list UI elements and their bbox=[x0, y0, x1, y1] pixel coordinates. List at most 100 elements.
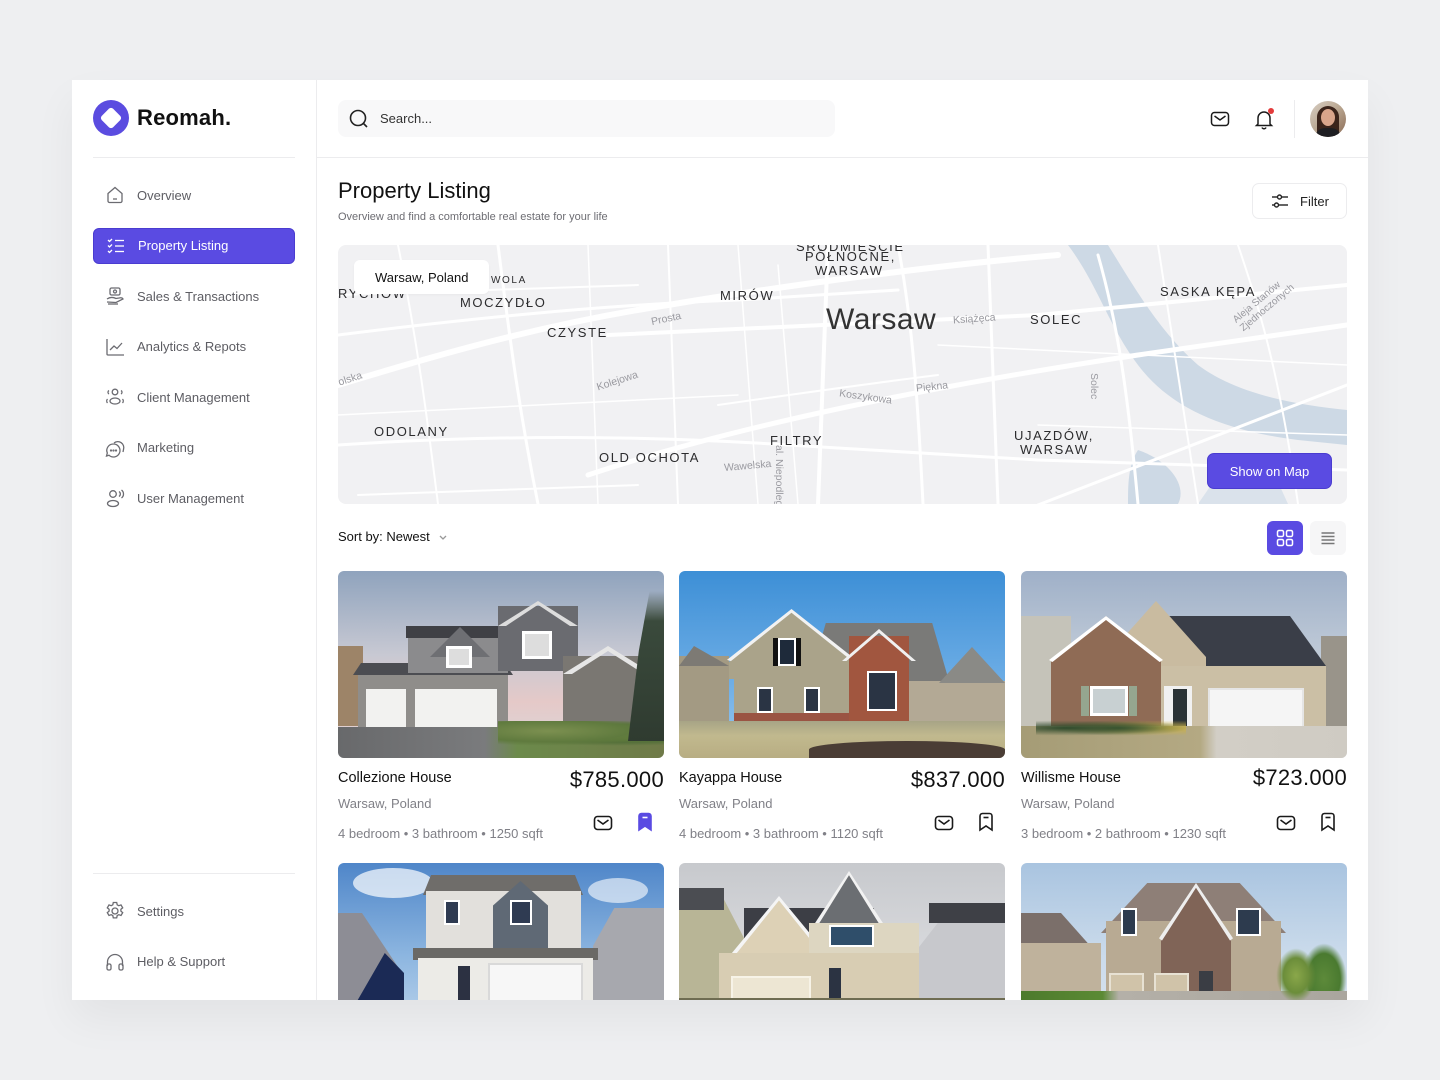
search-icon bbox=[349, 109, 368, 128]
sidebar-item-label: Marketing bbox=[137, 440, 195, 455]
property-card[interactable]: Willisme House Warsaw, Poland 3 bedroom … bbox=[1021, 571, 1347, 841]
mail-icon bbox=[1210, 111, 1230, 127]
property-photo[interactable] bbox=[679, 863, 1005, 1000]
sidebar-item-label: Help & Support bbox=[137, 954, 226, 969]
grid-view-button[interactable] bbox=[1267, 521, 1303, 555]
map-label: CZYSTE bbox=[547, 325, 608, 340]
property-price: $837.000 bbox=[910, 767, 1005, 792]
property-card[interactable] bbox=[679, 863, 1005, 1000]
filter-button[interactable]: Filter bbox=[1252, 183, 1347, 219]
property-photo[interactable] bbox=[679, 571, 1005, 758]
property-card[interactable]: Collezione House Warsaw, Poland 4 bedroo… bbox=[338, 571, 664, 841]
bookmark-icon bbox=[1321, 812, 1335, 832]
location-chip[interactable]: Warsaw, Poland bbox=[354, 260, 490, 294]
users-group-icon bbox=[106, 388, 124, 405]
sidebar-item-label: Sales & Transactions bbox=[137, 288, 260, 304]
sidebar-item-overview[interactable]: Overview bbox=[93, 177, 295, 213]
sidebar-item-label: Settings bbox=[137, 903, 184, 919]
bookmark-filled-icon bbox=[638, 812, 652, 832]
contact-button[interactable] bbox=[592, 812, 614, 834]
property-card[interactable] bbox=[338, 863, 664, 1000]
property-location: Warsaw, Poland bbox=[1021, 796, 1115, 811]
notification-dot bbox=[1268, 108, 1274, 114]
property-photo[interactable] bbox=[1021, 571, 1347, 758]
map-street-label: Solec bbox=[1088, 373, 1100, 400]
property-photo[interactable] bbox=[338, 863, 664, 1000]
show-on-map-button[interactable]: Show on Map bbox=[1207, 453, 1332, 489]
brand[interactable]: Reomah. bbox=[93, 100, 231, 136]
property-location: Warsaw, Poland bbox=[338, 796, 432, 811]
map-view[interactable]: ŚRÓDMIEŚCIE PÓŁNOCNE, WARSAW WOLA RYCHÓW… bbox=[338, 245, 1347, 504]
mail-icon bbox=[1276, 815, 1296, 831]
map-label: SASKA KĘPA bbox=[1160, 284, 1256, 299]
property-card[interactable] bbox=[1021, 863, 1347, 1000]
property-name[interactable]: Collezione House bbox=[338, 770, 452, 786]
map-city-label: Warsaw bbox=[826, 303, 937, 336]
map-street-label: al. Niepodległości bbox=[773, 445, 785, 504]
line-chart-icon bbox=[106, 338, 124, 356]
money-hand-icon bbox=[106, 287, 124, 305]
property-card[interactable]: Kayappa House Warsaw, Poland 4 bedroom •… bbox=[679, 571, 1005, 841]
bookmark-button[interactable] bbox=[975, 811, 997, 833]
property-name[interactable]: Kayappa House bbox=[679, 770, 782, 786]
search-bar[interactable] bbox=[338, 100, 835, 137]
list-icon bbox=[1321, 532, 1335, 545]
main-content: Property Listing Overview and find a com… bbox=[317, 158, 1368, 1000]
contact-button[interactable] bbox=[1275, 812, 1297, 834]
list-view-button[interactable] bbox=[1310, 521, 1346, 555]
sidebar-item-label: Analytics & Repots bbox=[137, 339, 247, 354]
bookmark-icon bbox=[979, 812, 993, 832]
property-meta: 4 bedroom • 3 bathroom • 1250 sqft bbox=[338, 826, 543, 841]
user-avatar[interactable] bbox=[1310, 101, 1346, 137]
sidebar-item-label: Client Management bbox=[137, 389, 250, 405]
sidebar-divider bbox=[93, 873, 295, 874]
map-label: MOCZYDŁO bbox=[460, 295, 547, 310]
property-name[interactable]: Willisme House bbox=[1021, 770, 1121, 786]
map-label: WOLA bbox=[491, 275, 527, 286]
sidebar-item-settings[interactable]: Settings bbox=[93, 893, 295, 929]
map-label: ODOLANY bbox=[374, 424, 449, 439]
property-price: $785.000 bbox=[569, 767, 664, 792]
property-photo[interactable] bbox=[338, 571, 664, 758]
sidebar-item-property-listing[interactable]: Property Listing bbox=[93, 227, 295, 264]
sidebar-divider bbox=[93, 157, 295, 158]
search-input[interactable] bbox=[380, 111, 780, 126]
sidebar-item-sales[interactable]: Sales & Transactions bbox=[93, 278, 295, 314]
app-window: Reomah. Overview Property Listing Sales … bbox=[72, 80, 1368, 1000]
notifications-button[interactable] bbox=[1253, 108, 1275, 130]
sidebar-item-marketing[interactable]: Marketing bbox=[93, 430, 295, 466]
sidebar-item-clients[interactable]: Client Management bbox=[93, 379, 295, 415]
sidebar-item-label: Property Listing bbox=[138, 238, 229, 253]
map-label: OLD OCHOTA bbox=[599, 450, 700, 465]
sidebar-item-users[interactable]: User Management bbox=[93, 480, 295, 516]
location-chip-label: Warsaw, Poland bbox=[375, 269, 469, 285]
topbar bbox=[317, 80, 1368, 158]
brand-name: Reomah. bbox=[137, 105, 232, 130]
property-meta: 3 bedroom • 2 bathroom • 1230 sqft bbox=[1021, 826, 1226, 841]
headphones-icon bbox=[106, 953, 124, 971]
sidebar: Reomah. Overview Property Listing Sales … bbox=[72, 80, 317, 1000]
topbar-divider bbox=[1294, 100, 1295, 138]
home-icon bbox=[107, 186, 123, 204]
sidebar-bottom-nav: Settings Help & Support bbox=[93, 893, 295, 994]
mail-button[interactable] bbox=[1209, 108, 1231, 130]
map-label: WARSAW bbox=[815, 263, 884, 278]
sidebar-item-analytics[interactable]: Analytics & Repots bbox=[93, 329, 295, 365]
sidebar-item-label: Overview bbox=[137, 187, 192, 203]
show-on-map-label: Show on Map bbox=[1229, 463, 1310, 479]
sort-label: Sort by: Newest bbox=[338, 529, 430, 544]
gear-icon bbox=[106, 901, 124, 919]
bookmark-button[interactable] bbox=[634, 811, 656, 833]
mail-icon bbox=[593, 815, 613, 831]
sidebar-item-help[interactable]: Help & Support bbox=[93, 944, 295, 980]
page-title: Property Listing bbox=[338, 178, 491, 203]
map-label: PÓŁNOCNE, bbox=[805, 249, 896, 264]
property-photo[interactable] bbox=[1021, 863, 1347, 1000]
map-label: SOLEC bbox=[1030, 312, 1083, 327]
grid-icon bbox=[1276, 529, 1294, 547]
sort-dropdown[interactable]: Sort by: Newest bbox=[338, 529, 448, 544]
map-label: WARSAW bbox=[1020, 442, 1089, 457]
bookmark-button[interactable] bbox=[1317, 811, 1339, 833]
contact-button[interactable] bbox=[933, 812, 955, 834]
page-subtitle: Overview and find a comfortable real est… bbox=[338, 211, 608, 223]
